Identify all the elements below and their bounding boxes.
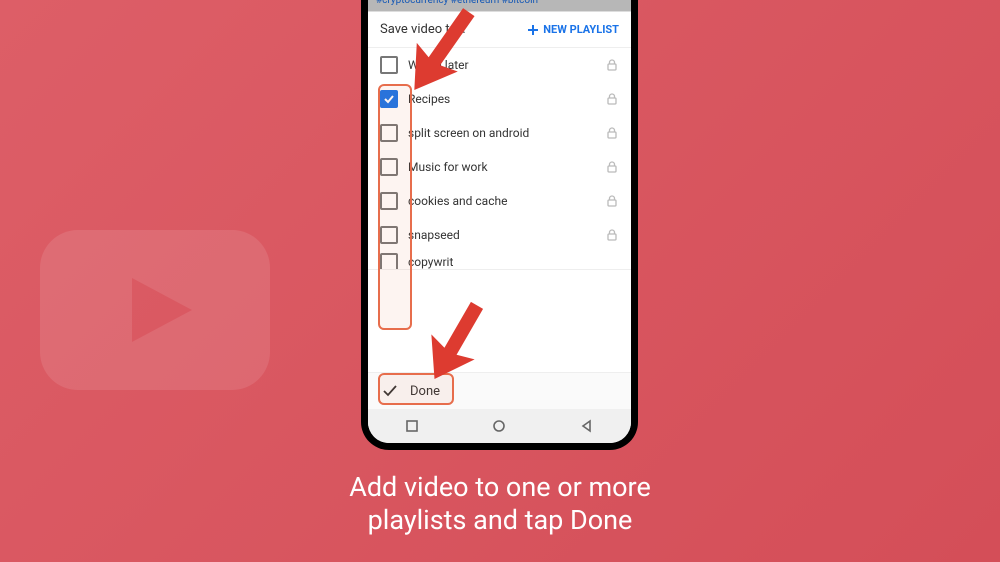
checkbox[interactable]	[380, 226, 398, 244]
phone-frame: grand Otkrij put kafe Adwww.grandkafa.rs…	[361, 0, 638, 450]
playlist-label: copywrit	[408, 255, 619, 269]
lock-icon	[605, 58, 619, 72]
video-hashtags[interactable]: #cryptocurrency #ethereum #bitcoin	[368, 0, 631, 11]
new-playlist-button[interactable]: NEW PLAYLIST	[527, 23, 619, 36]
lock-icon	[605, 228, 619, 242]
youtube-logo-watermark	[40, 230, 270, 390]
done-label: Done	[410, 384, 440, 399]
checkbox[interactable]	[380, 192, 398, 210]
list-item[interactable]: Recipes	[368, 82, 631, 116]
plus-icon	[527, 24, 539, 36]
playlist-label: Watch later	[408, 58, 595, 72]
checkbox-checked[interactable]	[380, 90, 398, 108]
home-icon[interactable]	[492, 419, 506, 433]
playlist-label: cookies and cache	[408, 194, 595, 208]
checkbox[interactable]	[380, 253, 398, 270]
phone-screen: grand Otkrij put kafe Adwww.grandkafa.rs…	[368, 0, 631, 443]
lock-icon	[605, 92, 619, 106]
back-icon[interactable]	[580, 419, 594, 433]
check-icon	[382, 383, 398, 399]
checkbox[interactable]	[380, 158, 398, 176]
list-item[interactable]: Music for work	[368, 150, 631, 184]
playlist-label: Music for work	[408, 160, 595, 174]
checkbox[interactable]	[380, 56, 398, 74]
done-button[interactable]: Done	[368, 372, 631, 409]
lock-icon	[605, 194, 619, 208]
list-item[interactable]: split screen on android	[368, 116, 631, 150]
playlist-label: snapseed	[408, 228, 595, 242]
dialog-title: Save video to…	[380, 22, 527, 37]
checkbox[interactable]	[380, 124, 398, 142]
list-item[interactable]: cookies and cache	[368, 184, 631, 218]
playlist-label: Recipes	[408, 92, 595, 106]
list-item[interactable]: copywrit	[368, 252, 631, 270]
android-navbar	[368, 409, 631, 443]
list-item[interactable]: snapseed	[368, 218, 631, 252]
instruction-caption: Add video to one or more playlists and t…	[0, 471, 1000, 539]
playlist-label: split screen on android	[408, 126, 595, 140]
playlist-list: Watch later Recipes split screen on andr…	[368, 48, 631, 372]
lock-icon	[605, 160, 619, 174]
lock-icon	[605, 126, 619, 140]
list-item[interactable]: Watch later	[368, 48, 631, 82]
check-icon	[383, 93, 395, 105]
save-to-playlist-dialog: Save video to… NEW PLAYLIST Watch later …	[368, 11, 631, 443]
recents-icon[interactable]	[405, 419, 419, 433]
